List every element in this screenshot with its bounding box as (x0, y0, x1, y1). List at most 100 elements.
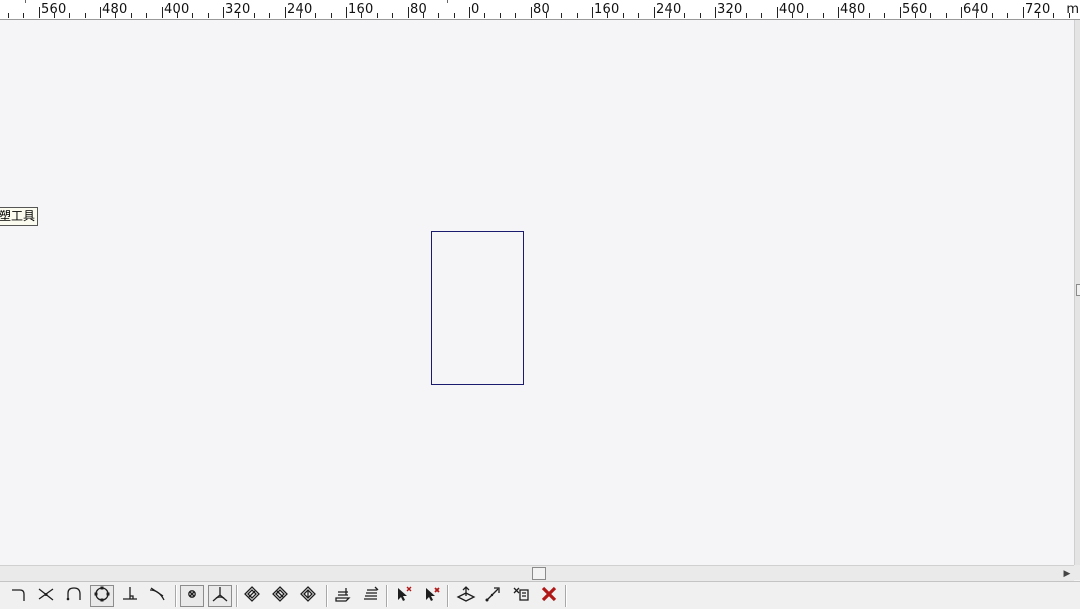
rotate-plane-cw-icon (298, 584, 318, 609)
scrollbar-corner (1074, 565, 1080, 580)
tooltip: 塑工具 (0, 207, 39, 226)
ruler-tick (623, 13, 624, 18)
ruler-label: 80 (533, 2, 550, 17)
vertical-scroll-thumb[interactable] (1076, 284, 1080, 296)
ruler-tick (838, 7, 839, 18)
ruler-tick (684, 13, 685, 18)
fillet-button[interactable] (6, 585, 30, 607)
horizontal-scrollbar[interactable]: ▶ (0, 565, 1074, 581)
perpendicular-icon (120, 584, 140, 609)
move-node-button[interactable] (481, 585, 505, 607)
ruler-label: 400 (779, 2, 805, 17)
ruler-label: 480 (102, 2, 128, 17)
ruler-tick (223, 7, 224, 18)
ruler-tick (1023, 7, 1024, 18)
ruler-tick (469, 7, 470, 18)
ruler-tick (192, 13, 193, 18)
ruler-tick (700, 13, 701, 18)
ruler-tick (392, 13, 393, 18)
ruler-label: 240 (287, 2, 313, 17)
angle-snap-button[interactable] (208, 585, 232, 607)
extrude-button[interactable] (331, 585, 355, 607)
ruler-tick (531, 7, 532, 18)
face-transform-button[interactable] (454, 585, 478, 607)
move-node-icon (483, 584, 503, 609)
scroll-right-arrow-icon[interactable]: ▶ (1060, 566, 1074, 581)
ruler-tick (577, 13, 578, 18)
ruler-tick (823, 13, 824, 18)
ruler-position-marker (447, 0, 448, 3)
ruler-tick (746, 13, 747, 18)
ruler-tick (515, 13, 516, 18)
rotate-plane-alt-button[interactable] (268, 585, 292, 607)
extrude-icon (333, 584, 353, 609)
snap-point-button[interactable] (180, 585, 204, 607)
ruler-tick (100, 7, 101, 18)
ruler-tick (8, 13, 9, 18)
ruler-tick (884, 13, 885, 18)
ruler-tick (377, 13, 378, 18)
arc-tool-icon (64, 584, 84, 609)
select-delete-alt-button[interactable] (420, 585, 444, 607)
ruler-tick (39, 7, 40, 18)
delete-paste-icon (511, 584, 531, 609)
extrude-multi-button[interactable] (359, 585, 383, 607)
trim-icon (36, 584, 56, 609)
delete-paste-button[interactable] (509, 585, 533, 607)
ruler-tick (23, 13, 24, 18)
ruler-tick (807, 13, 808, 18)
rotate-plane-icon (242, 584, 262, 609)
ruler-tick (592, 7, 593, 18)
ruler-label: 0 (471, 2, 480, 17)
toolbar-separator (326, 585, 328, 607)
horizontal-scroll-thumb[interactable] (532, 567, 546, 580)
horizontal-ruler: 560 480 400 320 240 160 80 0 80 160 240 320 400 480 56… (0, 0, 1080, 20)
ruler-tick (484, 13, 485, 18)
ruler-label: 720 (1025, 2, 1051, 17)
extrude-multi-icon (361, 584, 381, 609)
drawing-canvas[interactable]: 塑工具 (0, 20, 1074, 565)
close-icon (539, 584, 559, 609)
ruler-tick (500, 13, 501, 18)
select-delete-button[interactable] (392, 585, 416, 607)
ruler-label: 480 (840, 2, 866, 17)
ruler-tick (946, 13, 947, 18)
rectangle-shape[interactable] (431, 231, 524, 385)
ruler-tick (1007, 13, 1008, 18)
rotate-plane-alt-icon (270, 584, 290, 609)
ruler-tick (254, 13, 255, 18)
ruler-tick (561, 13, 562, 18)
ruler-tick (131, 13, 132, 18)
rotate-plane-button[interactable] (240, 585, 264, 607)
ruler-tick (1053, 13, 1054, 18)
ruler-tick (761, 13, 762, 18)
ruler-tick (654, 7, 655, 18)
ruler-tick (992, 13, 993, 18)
tangent-button[interactable] (145, 585, 169, 607)
ruler-label: 320 (717, 2, 743, 17)
face-transform-icon (456, 584, 476, 609)
trim-button[interactable] (34, 585, 58, 607)
ruler-tick (346, 7, 347, 18)
ruler-tick (69, 13, 70, 18)
bottom-toolbar (0, 581, 1080, 609)
ruler-tick (85, 13, 86, 18)
arc-tool-button[interactable] (62, 585, 86, 607)
ruler-tick (285, 7, 286, 18)
ruler-tick (961, 7, 962, 18)
rotate-plane-cw-button[interactable] (296, 585, 320, 607)
ruler-tick (162, 7, 163, 18)
ruler-tick (438, 13, 439, 18)
snap-point-icon (182, 584, 202, 609)
ruler-label: 560 (902, 2, 928, 17)
vertical-scrollbar[interactable] (1074, 20, 1080, 565)
ruler-label: 320 (225, 2, 251, 17)
perpendicular-button[interactable] (118, 585, 142, 607)
select-delete-alt-icon (422, 584, 442, 609)
toolbar-separator (447, 585, 449, 607)
close-button[interactable] (537, 585, 561, 607)
circle-tool-button[interactable] (90, 585, 114, 607)
ruler-tick (777, 7, 778, 18)
toolbar-separator (175, 585, 177, 607)
select-delete-icon (394, 584, 414, 609)
